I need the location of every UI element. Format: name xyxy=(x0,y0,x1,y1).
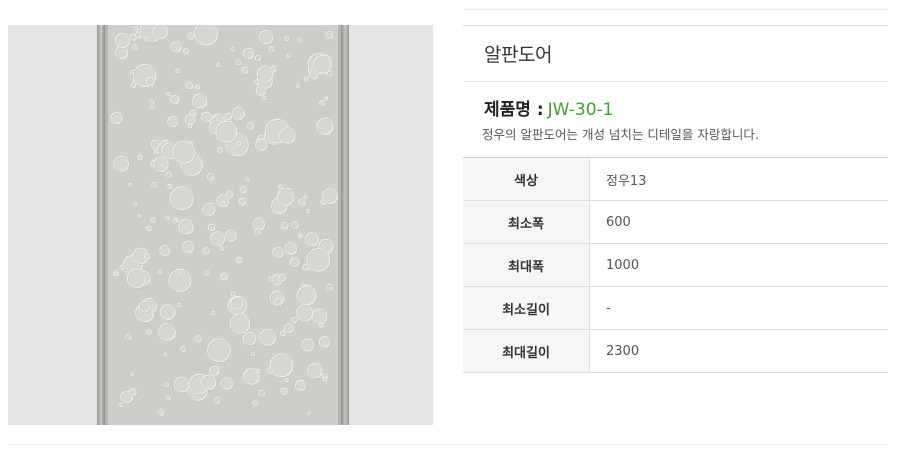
spec-label: 색상 xyxy=(463,157,590,201)
spec-row: 최대폭 1000 xyxy=(463,243,888,287)
product-title: 알판도어 xyxy=(484,44,552,66)
spec-value: 정우13 xyxy=(606,173,647,189)
spec-value: - xyxy=(606,300,611,316)
spec-label: 최소길이 xyxy=(463,286,590,330)
spec-label: 최대폭 xyxy=(463,243,590,287)
door-panel-illustration xyxy=(8,25,433,425)
model-name: 제품명 : JW-30-1 xyxy=(463,98,888,122)
product-description: 정우의 알판도어는 개성 넘치는 디테일을 자랑합니다. xyxy=(482,127,759,142)
spec-row: 최소폭 600 xyxy=(463,200,888,244)
model-label: 제품명 : xyxy=(484,100,544,120)
spec-row: 최대길이 2300 xyxy=(463,329,888,373)
product-detail-page: 알판도어 제품명 : JW-30-1 정우의 알판도어는 개성 넘치는 디테일을 … xyxy=(0,0,907,457)
spec-value: 1000 xyxy=(606,257,640,273)
product-info: 알판도어 제품명 : JW-30-1 정우의 알판도어는 개성 넘치는 디테일을 … xyxy=(463,25,888,373)
spec-label: 최대길이 xyxy=(463,329,590,373)
model-code: JW-30-1 xyxy=(547,100,614,120)
spec-row: 색상 정우13 xyxy=(463,157,888,201)
spec-row: 최소길이 - xyxy=(463,286,888,330)
spec-table: 색상 정우13 최소폭 600 최대폭 1000 최소길이 - 최대길이 230… xyxy=(463,157,888,373)
bottom-divider xyxy=(8,444,888,445)
spec-label: 최소폭 xyxy=(463,200,590,244)
product-title-row: 알판도어 xyxy=(463,25,888,82)
spec-value: 2300 xyxy=(606,343,640,359)
spec-value: 600 xyxy=(606,214,631,230)
product-image xyxy=(8,25,433,425)
top-divider xyxy=(463,9,888,10)
